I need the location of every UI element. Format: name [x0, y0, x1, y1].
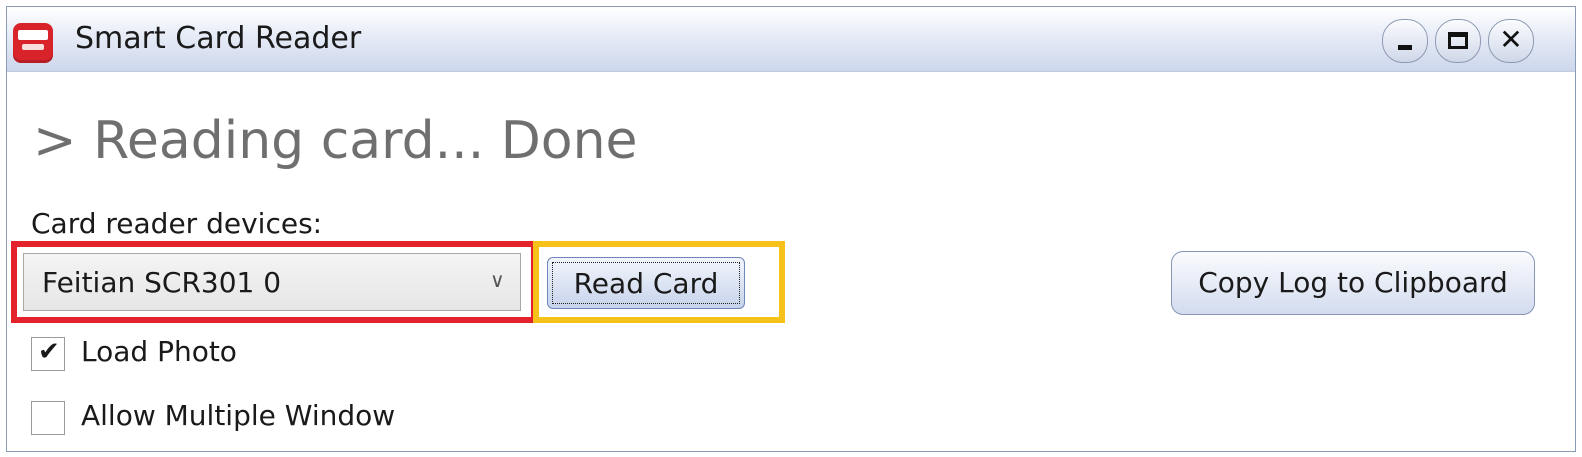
status-message: > Reading card... Done — [33, 111, 638, 171]
card-reader-devices-label: Card reader devices: — [31, 207, 323, 240]
app-logo-icon-top — [18, 30, 48, 40]
allow-multiple-window-checkbox[interactable] — [31, 401, 65, 435]
close-icon: ✕ — [1499, 23, 1523, 56]
close-button[interactable]: ✕ — [1488, 19, 1534, 63]
smart-card-reader-window: Smart Card Reader ✕ > Reading card... Do… — [6, 6, 1576, 452]
copy-log-button[interactable]: Copy Log to Clipboard — [1171, 251, 1535, 315]
title-bar[interactable]: Smart Card Reader ✕ — [7, 7, 1575, 72]
app-logo-icon-bottom — [22, 44, 44, 50]
maximize-button[interactable] — [1435, 19, 1481, 63]
allow-multiple-window-label: Allow Multiple Window — [81, 399, 396, 432]
app-logo-icon — [13, 23, 53, 63]
checkmark-icon: ✔ — [38, 337, 60, 367]
minimize-button[interactable] — [1382, 19, 1428, 63]
load-photo-checkbox[interactable]: ✔ — [31, 337, 65, 371]
load-photo-label: Load Photo — [81, 335, 237, 368]
read-card-highlight — [533, 241, 785, 323]
minimize-icon — [1398, 45, 1412, 50]
window-title: Smart Card Reader — [75, 21, 362, 56]
device-select-highlight — [11, 241, 537, 323]
maximize-icon — [1448, 32, 1468, 49]
copy-log-button-label: Copy Log to Clipboard — [1198, 266, 1508, 299]
